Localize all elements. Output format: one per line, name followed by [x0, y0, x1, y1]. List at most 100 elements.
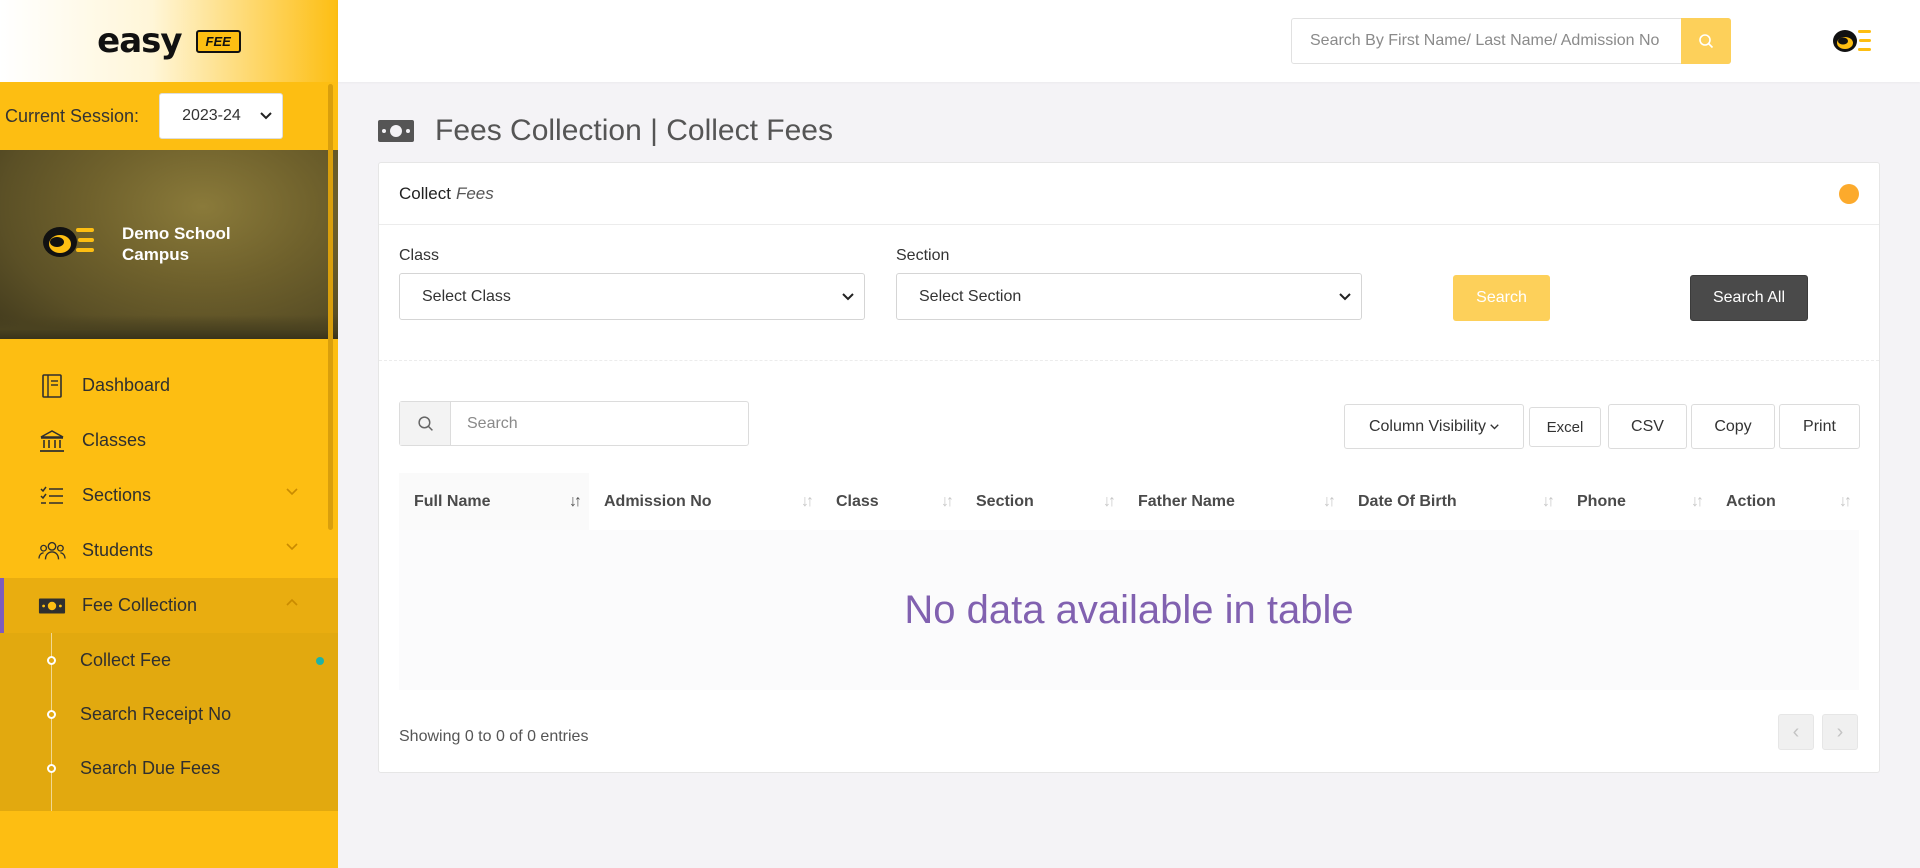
- page-title: Fees Collection | Collect Fees: [435, 114, 833, 147]
- column-header-action[interactable]: Action ↓↑: [1711, 473, 1859, 530]
- search-all-button[interactable]: Search All: [1690, 275, 1808, 321]
- previous-page-button[interactable]: ‹: [1778, 714, 1814, 750]
- chevron-down-icon: [842, 292, 854, 300]
- sidebar-item-dashboard[interactable]: Dashboard: [0, 358, 338, 413]
- column-header-label: Full Name: [414, 492, 491, 510]
- sidebar-item-sections[interactable]: Sections: [0, 468, 338, 523]
- search-icon: [417, 416, 433, 431]
- sidebar-item-label: Fee Collection: [82, 595, 198, 615]
- institution-icon: [38, 427, 66, 455]
- money-icon: [378, 120, 414, 142]
- sort-icon: ↓↑: [1542, 493, 1555, 510]
- table-search-input[interactable]: Search: [451, 402, 748, 445]
- column-header-label: Admission No: [604, 492, 712, 510]
- money-icon: [38, 592, 66, 620]
- topbar: Search By First Name/ Last Name/ Admissi…: [338, 0, 1920, 82]
- column-header-label: Class: [836, 492, 879, 510]
- sidebar-item-fee-collection[interactable]: Fee Collection: [0, 578, 338, 633]
- search-button[interactable]: Search: [1453, 275, 1550, 321]
- submenu-item-search-due-fees[interactable]: Search Due Fees: [0, 741, 338, 795]
- campus-name: Demo School Campus: [122, 224, 231, 264]
- sidebar-scrollbar[interactable]: [328, 84, 333, 530]
- chevron-right-icon: ›: [1836, 720, 1844, 743]
- column-header-class[interactable]: Class ↓↑: [821, 473, 961, 530]
- table-header-row: Full Name ↓↑ Admission No ↓↑ Class ↓↑ Se…: [399, 473, 1859, 530]
- submenu-item-collect-fee[interactable]: Collect Fee: [0, 633, 338, 687]
- submenu-item-label: Search Receipt No: [80, 703, 232, 724]
- sidebar-item-students[interactable]: Students: [0, 523, 338, 578]
- column-header-label: Father Name: [1138, 492, 1235, 510]
- table-info: Showing 0 to 0 of 0 entries: [399, 728, 589, 745]
- chevron-up-icon: [286, 598, 298, 606]
- column-header-full-name[interactable]: Full Name ↓↑: [399, 473, 589, 530]
- sort-icon: ↓↑: [1839, 493, 1852, 510]
- collect-fees-card: Collect Fees Class Select Class Section …: [378, 162, 1880, 773]
- section-select[interactable]: Select Section: [896, 273, 1362, 320]
- sidebar-item-label: Classes: [82, 430, 147, 450]
- users-icon: [38, 537, 66, 565]
- page-header: Fees Collection | Collect Fees: [377, 114, 833, 148]
- table-search-icon-box: [400, 402, 451, 445]
- table-search: Search: [399, 401, 749, 446]
- column-visibility-button[interactable]: Column Visibility: [1344, 404, 1524, 449]
- column-header-date-of-birth[interactable]: Date Of Birth ↓↑: [1343, 473, 1562, 530]
- sidebar-item-label: Students: [82, 540, 154, 560]
- search-icon: [1699, 34, 1714, 49]
- chevron-down-icon: [260, 112, 272, 120]
- submenu-item-label: Search Due Fees: [80, 757, 221, 778]
- campus-banner: Demo School Campus: [0, 150, 338, 339]
- submenu-item-search-receipt[interactable]: Search Receipt No: [0, 687, 338, 741]
- brand-header: easy FEE: [0, 0, 338, 82]
- csv-button[interactable]: CSV: [1608, 404, 1687, 449]
- campus-logo-icon: [43, 227, 94, 257]
- sidebar-item-classes[interactable]: Classes: [0, 413, 338, 468]
- card-title-bold: Collect: [399, 183, 451, 203]
- table-empty-message: No data available in table: [399, 530, 1859, 690]
- global-search-input[interactable]: Search By First Name/ Last Name/ Admissi…: [1292, 19, 1681, 63]
- column-visibility-label: Column Visibility: [1368, 417, 1487, 435]
- next-page-button[interactable]: ›: [1822, 714, 1858, 750]
- class-select[interactable]: Select Class: [399, 273, 865, 320]
- column-header-label: Section: [976, 492, 1034, 510]
- excel-button[interactable]: Excel: [1529, 407, 1601, 447]
- user-avatar-icon[interactable]: [1831, 24, 1873, 58]
- copy-button[interactable]: Copy: [1691, 404, 1775, 449]
- brand-tag: FEE: [195, 29, 241, 53]
- column-header-section[interactable]: Section ↓↑: [961, 473, 1123, 530]
- active-indicator-icon: [316, 657, 324, 665]
- sidebar-item-label: Sections: [82, 485, 152, 505]
- section-label: Section: [896, 247, 950, 264]
- column-header-label: Action: [1726, 492, 1776, 510]
- fee-collection-submenu: Collect Fee Search Receipt No Search Due…: [0, 633, 338, 811]
- book-icon: [38, 372, 66, 400]
- chevron-down-icon: [1339, 292, 1351, 300]
- chevron-left-icon: ‹: [1792, 720, 1800, 743]
- sort-icon: ↓↑: [1103, 493, 1116, 510]
- divider: [379, 360, 1879, 361]
- sidebar: easy FEE Current Session: 2023-24 Demo S…: [0, 0, 338, 868]
- column-header-label: Phone: [1577, 492, 1626, 510]
- bullet-icon: [47, 656, 56, 665]
- section-select-value: Select Section: [919, 287, 1022, 305]
- sort-icon: ↓↑: [1691, 493, 1704, 510]
- column-header-admission-no[interactable]: Admission No ↓↑: [589, 473, 821, 530]
- column-header-father-name[interactable]: Father Name ↓↑: [1123, 473, 1343, 530]
- sort-icon: ↓↑: [1323, 493, 1336, 510]
- bullet-icon: [47, 710, 56, 719]
- session-value: 2023-24: [182, 107, 241, 124]
- session-select[interactable]: 2023-24: [159, 93, 284, 139]
- sidebar-nav: Dashboard Classes Sections Students Fee …: [0, 358, 338, 811]
- brand-logo[interactable]: easy FEE: [97, 21, 241, 61]
- column-header-label: Date Of Birth: [1358, 492, 1457, 510]
- chevron-down-icon: [1490, 423, 1499, 429]
- campus-treeline: [0, 315, 338, 339]
- class-select-value: Select Class: [422, 287, 511, 305]
- card-header: Collect Fees: [379, 163, 1879, 225]
- column-header-phone[interactable]: Phone ↓↑: [1562, 473, 1711, 530]
- class-label: Class: [399, 247, 440, 264]
- print-button[interactable]: Print: [1779, 404, 1860, 449]
- global-search: Search By First Name/ Last Name/ Admissi…: [1291, 18, 1731, 64]
- global-search-button[interactable]: [1681, 18, 1731, 64]
- submenu-item-label: Collect Fee: [80, 649, 172, 670]
- chevron-down-icon: [286, 488, 298, 496]
